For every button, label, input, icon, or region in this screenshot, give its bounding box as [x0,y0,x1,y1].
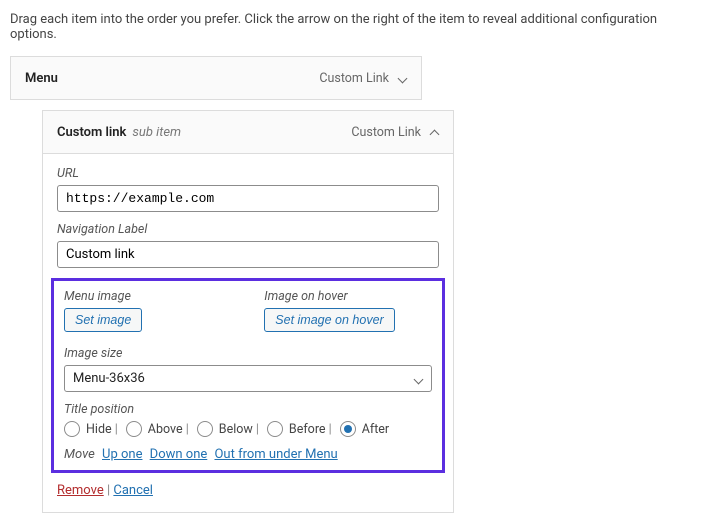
nav-label-input[interactable] [57,241,439,268]
image-size-value: Menu-36x36 [73,371,145,386]
settings-panel: URL Navigation Label Menu image Set imag… [42,154,454,513]
title-position-radios: Hide Above Below Before After [64,421,432,437]
menu-item-type: Custom Link [351,125,421,140]
menu-item-title: Menu [25,71,58,86]
menu-item-child[interactable]: Custom link sub item Custom Link [42,110,454,154]
cancel-link[interactable]: Cancel [113,483,153,498]
radio-below[interactable] [197,421,213,437]
remove-link[interactable]: Remove [57,483,104,498]
menu-item-type: Custom Link [319,71,389,86]
radio-before-label: Before [289,422,332,437]
highlighted-section: Menu image Set image Image on hover Set … [51,278,445,473]
radio-above[interactable] [126,421,142,437]
title-position-label: Title position [64,402,432,417]
menu-item-title: Custom link [57,125,126,140]
menu-image-label: Menu image [64,289,142,304]
url-label: URL [57,166,439,181]
move-up-link[interactable]: Up one [102,447,142,462]
chevron-down-icon[interactable] [397,73,407,83]
radio-after-label: After [362,422,389,437]
image-hover-label: Image on hover [264,289,394,304]
nav-label: Navigation Label [57,222,439,237]
radio-above-label: Above [148,422,189,437]
radio-after[interactable] [340,421,356,437]
image-size-label: Image size [64,346,432,361]
set-image-button[interactable]: Set image [64,308,142,332]
move-out-link[interactable]: Out from under Menu [214,447,337,462]
chevron-up-icon[interactable] [429,127,439,137]
url-input[interactable] [57,185,439,212]
menu-item-sub: sub item [132,125,181,140]
menu-item-parent[interactable]: Menu Custom Link [10,56,422,100]
radio-hide-label: Hide [86,422,118,437]
move-label: Move [64,447,95,462]
move-down-link[interactable]: Down one [150,447,208,462]
image-size-select[interactable]: Menu-36x36 [64,365,432,392]
radio-below-label: Below [219,422,259,437]
radio-hide[interactable] [64,421,80,437]
instructions-text: Drag each item into the order you prefer… [10,12,704,42]
chevron-down-icon [413,374,423,384]
set-image-hover-button[interactable]: Set image on hover [264,308,394,332]
radio-before[interactable] [267,421,283,437]
